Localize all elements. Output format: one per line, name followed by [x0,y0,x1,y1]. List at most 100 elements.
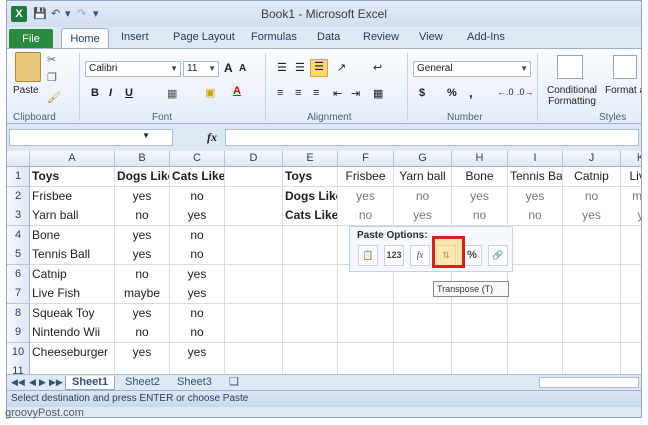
insert-function-button[interactable]: fx [207,130,217,145]
cut-icon[interactable]: ✂ [47,53,56,66]
transpose-highlight[interactable] [432,236,465,268]
cell-d5[interactable] [225,245,283,265]
currency-button[interactable]: $ [419,87,425,99]
cell-k6[interactable] [621,264,641,285]
format-as-table-button[interactable]: Format as Table [605,85,641,96]
cell-k10[interactable] [621,342,641,363]
row-header[interactable]: 7 [7,284,30,304]
borders-icon[interactable]: ▦ [167,87,177,100]
cell-d3[interactable] [225,206,283,226]
cell-d6[interactable] [225,264,283,285]
bold-button[interactable]: B [91,87,99,99]
row-header[interactable]: 6 [7,264,30,285]
cell-j5[interactable] [563,245,621,265]
cell-i3[interactable]: no [508,206,563,226]
tab-file[interactable]: File [9,29,53,49]
cell-a9[interactable]: Nintendo Wii [30,323,115,343]
cell-b3[interactable]: no [115,206,170,226]
sheet-nav-first-icon[interactable]: ◀◀ [11,376,25,389]
cell-e7[interactable] [283,284,338,304]
cell-i1[interactable]: Tennis Ball [508,167,563,187]
cell-a5[interactable]: Tennis Ball [30,245,115,265]
paste-option-paste-icon[interactable]: 📋 [358,245,378,266]
increase-decimal-icon[interactable]: ←.0 [497,87,514,97]
cell-c9[interactable]: no [170,323,225,343]
cell-h3[interactable]: no [452,206,508,226]
cell-i8[interactable] [508,303,563,324]
row-header[interactable]: 10 [7,342,30,363]
cell-c6[interactable]: yes [170,264,225,285]
cell-d1[interactable] [225,167,283,187]
align-top-icon[interactable]: ☰ [277,61,287,74]
column-header-d[interactable]: D [225,151,283,167]
cell-j10[interactable] [563,342,621,363]
cell-g1[interactable]: Yarn ball [394,167,452,187]
cell-g3[interactable]: yes [394,206,452,226]
cell-d10[interactable] [225,342,283,363]
cell-k1[interactable]: Live [621,167,641,187]
cell-e8[interactable] [283,303,338,324]
cell-b4[interactable]: yes [115,225,170,246]
cell-j8[interactable] [563,303,621,324]
cell-c5[interactable]: no [170,245,225,265]
merge-center-icon[interactable]: ▦ [373,87,383,100]
cell-e1[interactable]: Toys [283,167,338,187]
sheet-nav-last-icon[interactable]: ▶▶ [49,376,63,389]
select-all-corner[interactable] [7,151,30,167]
cell-k9[interactable] [621,323,641,343]
cell-a10[interactable]: Cheeseburger [30,342,115,363]
cell-d7[interactable] [225,284,283,304]
insert-sheet-icon[interactable]: ❏ [229,376,239,389]
cell-g9[interactable] [394,323,452,343]
cell-i9[interactable] [508,323,563,343]
cell-j4[interactable] [563,225,621,246]
column-header-c[interactable]: C [170,151,225,167]
cell-c3[interactable]: yes [170,206,225,226]
column-header-b[interactable]: B [115,151,170,167]
row-header[interactable]: 3 [7,206,30,226]
fill-color-icon[interactable]: ▣ [205,86,215,99]
underline-button[interactable]: U [125,87,133,99]
cell-i2[interactable]: yes [508,186,563,207]
row-header[interactable]: 2 [7,186,30,207]
cell-h1[interactable]: Bone [452,167,508,187]
tab-data[interactable]: Data [317,31,340,43]
cell-h8[interactable] [452,303,508,324]
column-header-a[interactable]: A [30,151,115,167]
cell-k4[interactable] [621,225,641,246]
cell-e3[interactable]: Cats Like [283,206,338,226]
cell-b1[interactable]: Dogs Like [115,167,170,187]
row-header[interactable]: 1 [7,167,30,187]
font-color-icon[interactable]: A [233,85,241,97]
cell-k8[interactable] [621,303,641,324]
cell-c1[interactable]: Cats Like [170,167,225,187]
cell-a2[interactable]: Frisbee [30,186,115,207]
tab-review[interactable]: Review [363,31,399,43]
italic-button[interactable]: I [109,87,112,99]
cell-e4[interactable] [283,225,338,246]
cell-f1[interactable]: Frisbee [338,167,394,187]
cell-i6[interactable] [508,264,563,285]
cell-c10[interactable]: yes [170,342,225,363]
format-as-table-icon[interactable] [613,55,637,79]
percent-button[interactable]: % [447,87,457,99]
cell-a4[interactable]: Bone [30,225,115,246]
cell-c8[interactable]: no [170,303,225,324]
horizontal-scrollbar[interactable] [539,377,639,388]
cell-i5[interactable] [508,245,563,265]
copy-icon[interactable]: ❐ [47,71,57,84]
tab-view[interactable]: View [419,31,443,43]
tab-add-ins[interactable]: Add-Ins [467,31,505,43]
cell-b8[interactable]: yes [115,303,170,324]
font-name-combo[interactable]: Calibri ▼ [85,61,181,77]
cell-b10[interactable]: yes [115,342,170,363]
cell-i10[interactable] [508,342,563,363]
cell-e2[interactable]: Dogs Like [283,186,338,207]
align-bottom-icon[interactable]: ☰ [310,59,328,77]
cell-d9[interactable] [225,323,283,343]
tab-home[interactable]: Home [61,28,109,50]
cell-a8[interactable]: Squeak Toy [30,303,115,324]
cell-c2[interactable]: no [170,186,225,207]
cell-a6[interactable]: Catnip [30,264,115,285]
tab-formulas[interactable]: Formulas [251,31,297,43]
